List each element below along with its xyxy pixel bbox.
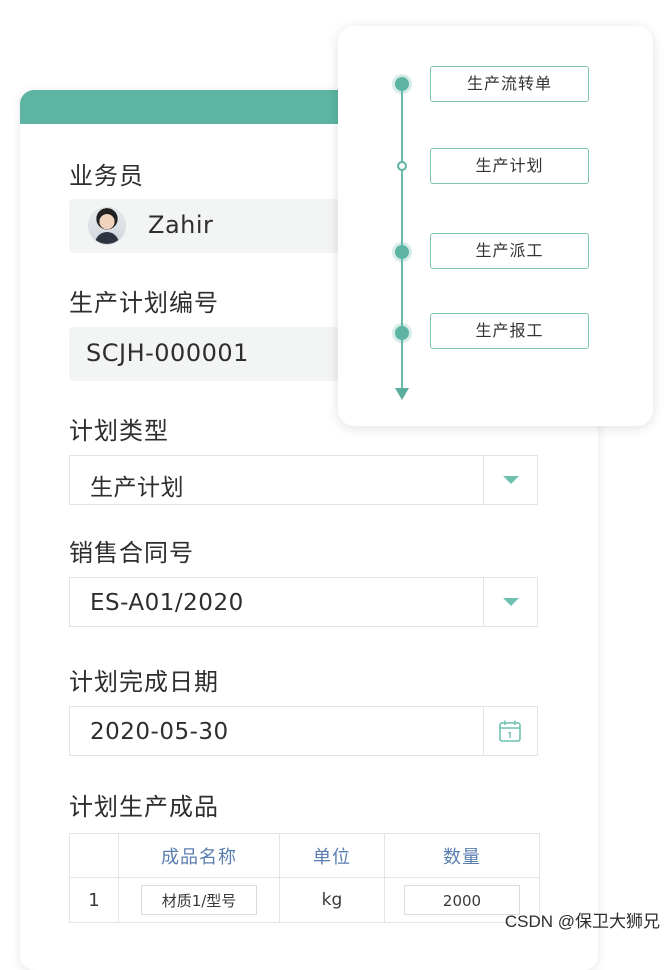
plan-type-select[interactable]: 生产计划 bbox=[69, 455, 538, 505]
flow-node-dot bbox=[397, 161, 407, 171]
plan-number-label: 生产计划编号 bbox=[69, 289, 219, 317]
caret-down-icon bbox=[503, 598, 519, 606]
flow-node-dot bbox=[395, 245, 409, 259]
table-header-index bbox=[69, 833, 119, 878]
planned-products-table: 成品名称 单位 数量 1 材质1/型号 kg 2000 bbox=[69, 833, 540, 923]
plan-type-value: 生产计划 bbox=[90, 475, 184, 501]
flow-step-work-report[interactable]: 生产报工 bbox=[430, 313, 589, 349]
product-name-input[interactable]: 材质1/型号 bbox=[141, 885, 257, 915]
row-index: 1 bbox=[69, 877, 119, 923]
flow-step-dispatch[interactable]: 生产派工 bbox=[430, 233, 589, 269]
flow-node-dot bbox=[395, 326, 409, 340]
table-header-product-name: 成品名称 bbox=[118, 833, 280, 878]
sales-contract-label: 销售合同号 bbox=[69, 539, 194, 567]
table-header-row: 成品名称 单位 数量 bbox=[69, 833, 540, 878]
salesperson-name: Zahir bbox=[148, 211, 214, 239]
table-header-quantity: 数量 bbox=[384, 833, 540, 878]
plan-number-value: SCJH-000001 bbox=[86, 339, 249, 367]
unit-cell: kg bbox=[279, 877, 385, 923]
date-picker-button[interactable] bbox=[483, 707, 537, 755]
finish-date-label: 计划完成日期 bbox=[69, 668, 219, 696]
product-name-cell: 材质1/型号 bbox=[118, 877, 280, 923]
flow-timeline-line bbox=[401, 83, 403, 389]
flow-step-production-plan[interactable]: 生产计划 bbox=[430, 148, 589, 184]
finish-date-value: 2020-05-30 bbox=[90, 719, 229, 745]
table-header-unit: 单位 bbox=[279, 833, 385, 878]
avatar bbox=[89, 208, 125, 244]
production-flow-card: 生产流转单 生产计划 生产派工 生产报工 bbox=[338, 26, 653, 426]
plan-type-label: 计划类型 bbox=[69, 417, 169, 445]
sales-contract-dropdown-button[interactable] bbox=[483, 578, 537, 626]
flow-step-circulation-order[interactable]: 生产流转单 bbox=[430, 66, 589, 102]
plan-type-dropdown-button[interactable] bbox=[483, 456, 537, 504]
sales-contract-value: ES-A01/2020 bbox=[90, 590, 244, 616]
salesperson-label: 业务员 bbox=[69, 162, 144, 190]
sales-contract-select[interactable]: ES-A01/2020 bbox=[69, 577, 538, 627]
planned-products-label: 计划生产成品 bbox=[69, 793, 219, 821]
caret-down-icon bbox=[503, 476, 519, 484]
calendar-icon bbox=[499, 720, 521, 742]
arrow-down-icon bbox=[395, 388, 409, 400]
table-row: 1 材质1/型号 kg 2000 bbox=[69, 877, 540, 923]
quantity-input[interactable]: 2000 bbox=[404, 885, 520, 915]
flow-node-dot bbox=[395, 77, 409, 91]
watermark: CSDN @保卫大狮兄 bbox=[504, 912, 660, 931]
finish-date-input[interactable]: 2020-05-30 bbox=[69, 706, 538, 756]
